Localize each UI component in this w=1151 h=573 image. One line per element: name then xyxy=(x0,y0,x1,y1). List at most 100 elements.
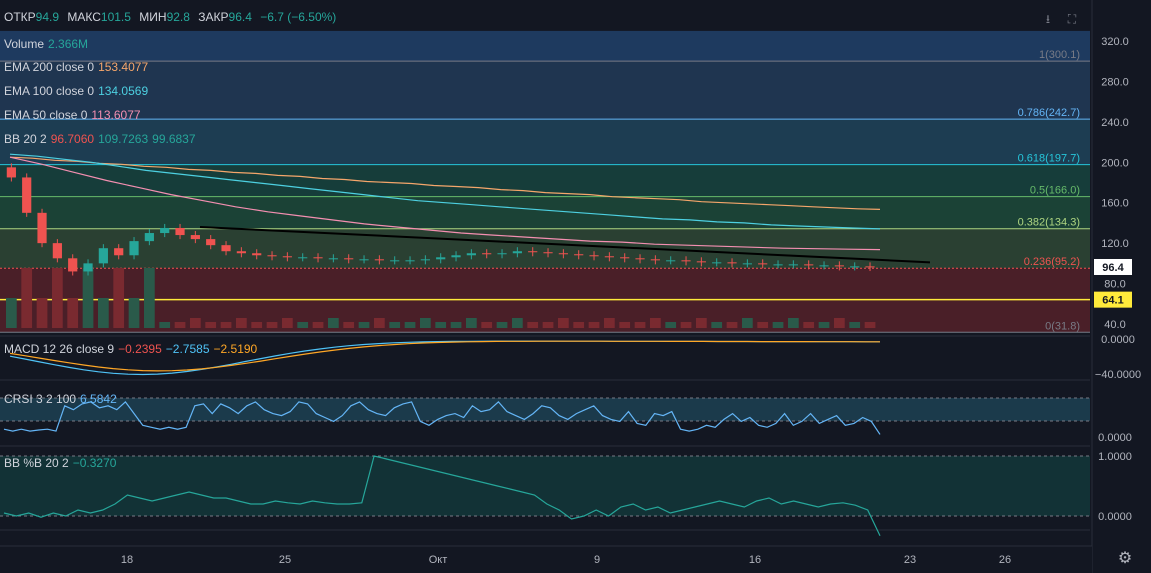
time-tick: 25 xyxy=(279,554,291,566)
legend-bb[interactable]: BB 20 2 96.7060 109.7263 99.6837 xyxy=(4,131,200,147)
ohlc-legend: ОТКР94.9 МАКС101.5 МИН92.8 ЗАКР96.4 −6.7… xyxy=(4,10,341,24)
volume-bar xyxy=(450,322,462,328)
volume-bar xyxy=(82,268,94,328)
volume-bar xyxy=(144,268,155,328)
volume-bar xyxy=(128,298,140,328)
candle-body xyxy=(712,262,722,264)
bbpctb-value: −0.3270 xyxy=(72,456,117,470)
low-label: МИН xyxy=(139,10,167,24)
volume-bar xyxy=(220,322,232,328)
candle-body xyxy=(129,241,139,256)
fib-label-6: 0(31.8) xyxy=(1045,320,1080,332)
candle-body xyxy=(773,264,783,266)
time-tick: Окт xyxy=(429,554,448,566)
candle-body xyxy=(436,257,446,260)
candle-body xyxy=(298,257,308,259)
time-tick: 26 xyxy=(999,554,1011,566)
volume-bar xyxy=(634,322,646,328)
candle-body xyxy=(558,253,568,255)
legend-macd[interactable]: MACD 12 26 close 9 −0.2395 −2.7585 −2.5190 xyxy=(4,341,261,357)
bbpctb-tick: 1.0000 xyxy=(1098,451,1132,463)
legend-ema50[interactable]: EMA 50 close 0 113.6077 xyxy=(4,107,145,123)
crsi-band xyxy=(0,398,1090,421)
volume-bar xyxy=(374,318,385,328)
candle-body xyxy=(390,260,400,262)
legend-bbpctb[interactable]: BB %B 20 2 −0.3270 xyxy=(4,455,120,471)
fib-label-5: 0.236(95.2) xyxy=(1024,256,1080,268)
candle-body xyxy=(252,253,262,256)
volume-bar xyxy=(266,322,278,328)
candle-body xyxy=(666,260,676,262)
volume-bar xyxy=(174,322,186,328)
time-tick: 23 xyxy=(904,554,916,566)
fib-zone-3 xyxy=(0,164,1090,197)
volume-bar xyxy=(849,322,861,328)
candle-body xyxy=(650,259,660,261)
bbpctb-label: BB %B 20 2 xyxy=(4,456,69,470)
volume-bar xyxy=(834,318,845,328)
candle-body xyxy=(221,245,231,252)
time-tick: 9 xyxy=(594,554,600,566)
volume-bar xyxy=(236,318,247,328)
ema100-value: 134.0569 xyxy=(98,84,149,98)
candle-body xyxy=(114,248,124,256)
price-tick: 160.0 xyxy=(1101,198,1129,210)
close-label: ЗАКР xyxy=(198,10,229,24)
candle-body xyxy=(206,239,216,246)
candle-body xyxy=(405,260,415,262)
low-value: 92.8 xyxy=(166,10,190,24)
candle-body xyxy=(497,253,507,255)
macd-tick: −40.0000 xyxy=(1095,369,1141,381)
volume-bar xyxy=(328,318,339,328)
candle-body xyxy=(344,258,354,260)
candle-body xyxy=(175,227,185,236)
candle-body xyxy=(190,235,200,240)
volume-bar xyxy=(512,318,523,328)
legend-volume[interactable]: Volume 2.366M xyxy=(4,36,92,52)
legend-ema200[interactable]: EMA 200 close 0 153.4077 xyxy=(4,59,152,75)
legend-ema100[interactable]: EMA 100 close 0 134.0569 xyxy=(4,83,152,99)
volume-value: 2.366M xyxy=(48,37,89,51)
fullscreen-icon[interactable]: ⛶ xyxy=(1064,12,1080,26)
price-tick: 120.0 xyxy=(1101,238,1129,250)
volume-bar xyxy=(389,322,401,328)
bbpctb-band xyxy=(0,456,1090,516)
volume-bar xyxy=(588,322,600,328)
crsi-value: 6.5842 xyxy=(80,392,117,406)
candle-body xyxy=(37,212,47,244)
price-tick: 240.0 xyxy=(1101,117,1129,129)
volume-bar xyxy=(21,268,33,328)
candle-body xyxy=(282,256,292,258)
candle-body xyxy=(788,264,798,266)
candle-body xyxy=(98,248,108,264)
candle-body xyxy=(819,265,829,267)
ema200-label: EMA 200 close 0 xyxy=(4,60,95,74)
bb-value-basis: 96.7060 xyxy=(50,132,95,146)
volume-bar xyxy=(772,322,784,328)
candle-body xyxy=(620,257,630,259)
chart-canvas[interactable]: 1(300.1) 0.786(242.7) 0.618(197.7) 0.5(166.… xyxy=(0,0,1151,573)
volume-bar xyxy=(205,322,217,328)
candle-body xyxy=(144,233,154,242)
crsi-label: CRSI 3 2 100 xyxy=(4,392,77,406)
volume-bar xyxy=(404,322,416,328)
high-value: 101.5 xyxy=(100,10,131,24)
candle-body xyxy=(742,263,752,265)
volume-bar xyxy=(788,318,799,328)
candle-body xyxy=(865,266,875,268)
candle-body xyxy=(543,252,553,254)
macd-value-signal: −2.5190 xyxy=(213,342,258,356)
time-tick: 18 xyxy=(121,554,133,566)
volume-bar xyxy=(358,322,370,328)
legend-crsi[interactable]: CRSI 3 2 100 6.5842 xyxy=(4,391,121,407)
fib-zone-1 xyxy=(0,61,1090,120)
top-buttons: ⭳ ⛶ xyxy=(1040,10,1088,26)
change-value: −6.7 (−6.50%) xyxy=(260,10,337,24)
candle-body xyxy=(696,261,706,263)
arrow-down-icon[interactable]: ⭳ xyxy=(1040,10,1056,26)
bb-label: BB 20 2 xyxy=(4,132,47,146)
volume-bar xyxy=(190,318,201,328)
fib-label-1: 0.786(242.7) xyxy=(1018,107,1080,119)
gear-icon[interactable]: ⚙ xyxy=(1116,550,1134,568)
volume-bar xyxy=(573,322,585,328)
